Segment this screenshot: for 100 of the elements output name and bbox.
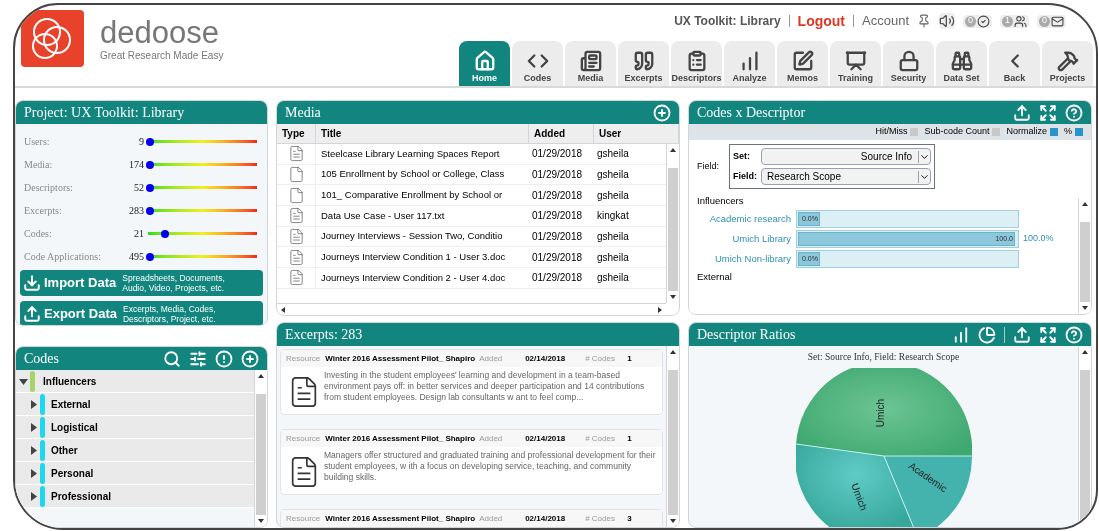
nav-tab[interactable]: Codes	[512, 41, 563, 86]
tree-item[interactable]: Personal	[16, 462, 254, 485]
table-cell-text: 101_ Comparative Enrollment by School or	[320, 188, 504, 203]
group-label: External	[697, 269, 733, 284]
table-cell-text: gsheila	[596, 250, 630, 265]
tree-item[interactable]: Professional	[16, 485, 254, 508]
column-header[interactable]: Title	[316, 124, 529, 143]
table-cell-text: Journeys Interview Condition 2 - User 4.doc	[320, 270, 507, 285]
nav-tab[interactable]: Data Set	[936, 41, 987, 86]
field-dropdown[interactable]: Research Scope	[761, 168, 931, 185]
table-cell-text: kingkat	[596, 209, 630, 224]
resource-name: Winter 2016 Assessment Pilot_ Shapiro	[325, 432, 476, 445]
media-row[interactable]: 105 Enrollment by School or College, Class 01/29/2018 gsheila	[277, 164, 666, 186]
table-cell-text: 01/29/2018	[531, 209, 584, 224]
stat-label: Media:	[24, 158, 54, 172]
tree-item[interactable]: Other	[16, 439, 254, 462]
tree-item[interactable]: External	[16, 393, 254, 416]
nav-tab[interactable]: Descriptors	[671, 41, 722, 86]
bar-total: 100.0%	[1022, 232, 1054, 246]
added-date: 02/14/2018	[525, 352, 567, 365]
field-label: Resource	[286, 512, 321, 525]
count-badge: 0	[965, 15, 976, 27]
option-checkbox[interactable]: %	[1064, 125, 1083, 139]
field-label: Resource	[286, 352, 321, 365]
count-badge: 1	[1002, 15, 1013, 27]
panel-title: Codes x Descriptor	[697, 104, 807, 122]
added-date: 02/14/2018	[525, 432, 567, 445]
option-checkbox[interactable]: Sub-code Count	[924, 125, 1001, 139]
media-row[interactable]: Journeys Interview Condition 2 - User 4.doc 01/29/2018 gsheila	[277, 268, 666, 289]
table-cell-text: 01/29/2018	[531, 230, 584, 245]
nav-tab[interactable]: Projects	[1042, 41, 1093, 86]
group-label: Influencers	[697, 193, 745, 208]
option-checkbox[interactable]: Normalize	[1006, 125, 1058, 139]
stat-value: 21	[133, 227, 144, 241]
code-count: 1	[627, 432, 632, 445]
import-button[interactable]: Import Data Spreadsheets, Documents, Audio, Video, Projects, etc.	[20, 270, 263, 296]
media-row[interactable]: Steelcase Library Learning Spaces Report 01/29/2018 gsheila	[277, 144, 666, 165]
excerpt-text: Managers offer structured and graduated training and professional development for their student employees, w ith a focus on developing service, teaching, and community building skills.	[324, 450, 656, 484]
table-cell-text: Journey Interviews - Session Two, Conditio	[320, 229, 504, 244]
column-header[interactable]: Added	[529, 124, 594, 143]
count-badge: 0	[1039, 15, 1050, 27]
nav-tab[interactable]: Memos	[777, 41, 828, 86]
field-label: Set:	[733, 149, 752, 163]
table-cell-text: gsheila	[596, 188, 630, 203]
stat-label: Users:	[24, 135, 51, 149]
bar-label: Umich Non-library	[714, 251, 792, 266]
code-count: 1	[627, 352, 632, 365]
nav-tab[interactable]: Media	[565, 41, 616, 86]
chart-subtitle: Set: Source Info, Field: Research Scope	[807, 351, 960, 364]
logo-tagline: Great Research Made Easy	[100, 49, 224, 63]
media-row[interactable]: Journeys Interview Condition 1 - User 3.doc 01/29/2018 gsheila	[277, 247, 666, 269]
nav-tab[interactable]: Training	[830, 41, 881, 86]
table-cell-text: gsheila	[596, 168, 630, 183]
table-cell-text: gsheila	[596, 230, 630, 245]
media-row[interactable]: Journey Interviews - Session Two, Conditio 01/29/2018 gsheila	[277, 226, 666, 248]
field-label: Added	[479, 512, 504, 525]
field-label: # Codes	[585, 512, 616, 525]
stat-label: Code Applications:	[24, 250, 102, 264]
column-header[interactable]: Type	[277, 124, 316, 143]
field-label: Added	[479, 432, 504, 445]
table-cell-text: gsheila	[596, 271, 630, 286]
excerpt-card[interactable]: Resource Winter 2016 Assessment Pilot_ Shapiro Added 02/14/2018 # Codes 3	[280, 509, 663, 527]
field-label: Field:	[697, 159, 719, 173]
table-cell-text: Data Use Case - User 117.txt	[320, 208, 446, 223]
table-cell-text: Steelcase Library Learning Spaces Report	[320, 146, 501, 161]
nav-tab[interactable]: Excerpts	[618, 41, 669, 86]
nav-tab[interactable]: Home	[459, 41, 510, 86]
table-cell-text: 105 Enrollment by School or College, Class	[320, 167, 506, 182]
field-label: # Codes	[585, 352, 616, 365]
export-button[interactable]: Export Data Excerpts, Media, Codes, Descriptors, Project, etc.	[20, 301, 263, 325]
option-checkbox[interactable]: Hit/Miss	[875, 125, 919, 139]
stat-value: 174	[128, 158, 144, 172]
added-date: 02/14/2018	[525, 512, 567, 525]
set-dropdown[interactable]: Source Info	[761, 148, 931, 165]
resource-name: Winter 2016 Assessment Pilot_ Shapiro	[325, 352, 476, 365]
table-cell-text: 01/29/2018	[531, 250, 584, 265]
tree-item[interactable]: Logistical	[16, 416, 254, 439]
table-cell-text: gsheila	[596, 147, 630, 162]
field-label: # Codes	[585, 432, 616, 445]
column-header[interactable]: User	[594, 124, 679, 143]
table-cell-text: 01/29/2018	[531, 168, 584, 183]
code-count: 3	[627, 512, 632, 525]
table-cell-text: 01/29/2018	[531, 147, 584, 162]
nav-tab[interactable]: Back	[989, 41, 1040, 86]
logout-link[interactable]: Logout	[797, 10, 845, 32]
panel-title: Excerpts: 283	[285, 326, 364, 344]
account-link[interactable]: Account	[862, 11, 909, 31]
stat-label: Descriptors:	[24, 181, 74, 195]
stat-label: Excerpts:	[24, 204, 63, 218]
tree-item[interactable]: Influencers	[16, 370, 254, 393]
nav-tab[interactable]: Security	[883, 41, 934, 86]
media-row[interactable]: 101_ Comparative Enrollment by School or 01/29/2018 gsheila	[277, 185, 666, 207]
bar-label: Umich Library	[731, 231, 792, 246]
table-cell-text: Journeys Interview Condition 1 - User 3.doc	[320, 250, 507, 265]
nav-tab[interactable]: Analyze	[724, 41, 775, 86]
stat-value: 283	[128, 204, 144, 218]
stat-label: Codes:	[24, 227, 53, 241]
panel-title: Project: UX Toolkit: Library	[24, 104, 186, 122]
media-row[interactable]: Data Use Case - User 117.txt 01/29/2018 kingkat	[277, 206, 666, 227]
project-name: UX Toolkit: Library	[674, 13, 781, 30]
